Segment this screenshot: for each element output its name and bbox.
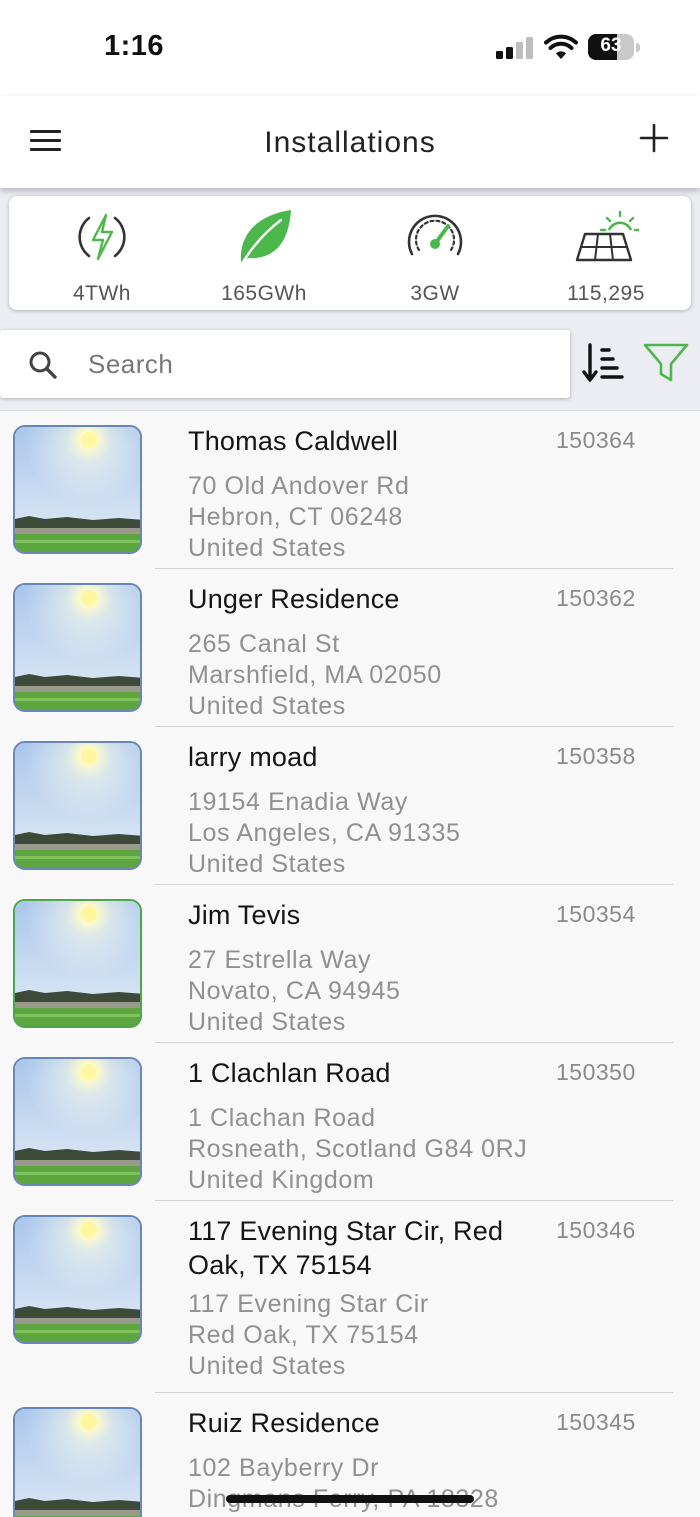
installation-address-line1: 117 Evening Star Cir (188, 1290, 429, 1318)
installation-address-line2: Los Angeles, CA 91335 (188, 819, 461, 847)
installation-id: 150362 (556, 585, 636, 611)
installation-id: 150350 (556, 1059, 636, 1085)
installation-id: 150354 (556, 901, 636, 927)
row-divider (155, 1200, 673, 1201)
battery-icon: 63 (588, 34, 640, 60)
installation-address-line2: Novato, CA 94945 (188, 977, 401, 1005)
installation-address-line1: 102 Bayberry Dr (188, 1454, 380, 1482)
installation-address-line1: 70 Old Andover Rd (188, 472, 410, 500)
status-bar: 1:16 63 (0, 0, 700, 96)
leaf-icon (240, 210, 291, 264)
stat-systems: 115,295 (521, 196, 691, 310)
installation-name: Jim Tevis (188, 900, 301, 930)
installation-address-line3: United States (188, 1352, 346, 1380)
installation-name: Thomas Caldwell (188, 426, 399, 456)
installation-id: 150346 (556, 1217, 636, 1243)
solar-panel-sun-icon (575, 210, 639, 262)
installation-address-line3: United Kingdom (188, 1166, 375, 1194)
installation-name: 1 Clachlan Road (188, 1058, 391, 1088)
installation-address-line2: Red Oak, TX 75154 (188, 1321, 419, 1349)
stat-energy: 4TWh (17, 196, 187, 310)
installation-address-line3: United States (188, 692, 346, 720)
search-input[interactable] (88, 344, 548, 384)
installation-name: Unger Residence (188, 584, 400, 614)
installation-thumbnail (13, 1215, 142, 1344)
battery-level: 63 (600, 35, 622, 56)
installation-thumbnail (13, 741, 142, 870)
installation-address-line2: Hebron, CT 06248 (188, 503, 403, 531)
installation-name: Ruiz Residence (188, 1408, 380, 1438)
cellular-signal-icon (496, 37, 533, 59)
row-divider (155, 884, 673, 885)
installation-id: 150364 (556, 427, 636, 453)
installation-name: 117 Evening Star Cir, Red Oak, TX 75154 (188, 1216, 504, 1280)
row-divider (155, 1042, 673, 1043)
installation-thumbnail (13, 899, 142, 1028)
stat-value: 3GW (410, 282, 460, 305)
installations-list: Thomas Caldwell 150364 70 Old Andover Rd He… (0, 410, 700, 1517)
row-divider (155, 726, 673, 727)
installation-thumbnail (13, 583, 142, 712)
wifi-icon (544, 34, 578, 59)
installation-address-line3: United States (188, 1008, 346, 1036)
stat-co2-saved: 165GWh (179, 196, 349, 310)
installation-address-line3: United States (188, 534, 346, 562)
stat-value: 115,295 (567, 282, 645, 305)
installation-address-line2: Rosneath, Scotland G84 0RJ (188, 1135, 528, 1163)
installation-address-line2: Marshfield, MA 02050 (188, 661, 442, 689)
home-indicator (226, 1495, 474, 1503)
installation-id: 150358 (556, 743, 636, 769)
row-divider (155, 1392, 673, 1393)
installation-address-line1: 1 Clachan Road (188, 1104, 376, 1132)
installation-thumbnail (13, 1407, 142, 1517)
page-title: Installations (264, 126, 436, 159)
installation-address-line3: United States (188, 850, 346, 878)
installation-thumbnail (13, 1057, 142, 1186)
navigation-bar: Installations (0, 96, 700, 188)
installation-name: larry moad (188, 742, 318, 772)
energy-bolt-icon (78, 213, 126, 261)
search-icon (29, 351, 57, 379)
installation-address-line1: 27 Estrella Way (188, 946, 372, 974)
filter-icon[interactable] (642, 342, 690, 384)
installation-address-line1: 19154 Enadia Way (188, 788, 408, 816)
status-time: 1:16 (104, 30, 165, 62)
stat-value: 4TWh (72, 282, 131, 305)
installation-id: 150345 (556, 1409, 636, 1435)
stat-value: 165GWh (221, 282, 307, 305)
search-bar (0, 330, 570, 398)
stat-power: 3GW (350, 196, 520, 310)
installation-thumbnail (13, 425, 142, 554)
row-divider (155, 568, 673, 569)
stats-card: 4TWh 165GWh 3GW 115,295 (9, 196, 691, 310)
sort-icon[interactable] (582, 342, 624, 384)
installation-address-line1: 265 Canal St (188, 630, 340, 658)
add-installation-button[interactable] (636, 120, 672, 156)
gauge-icon (407, 214, 463, 256)
